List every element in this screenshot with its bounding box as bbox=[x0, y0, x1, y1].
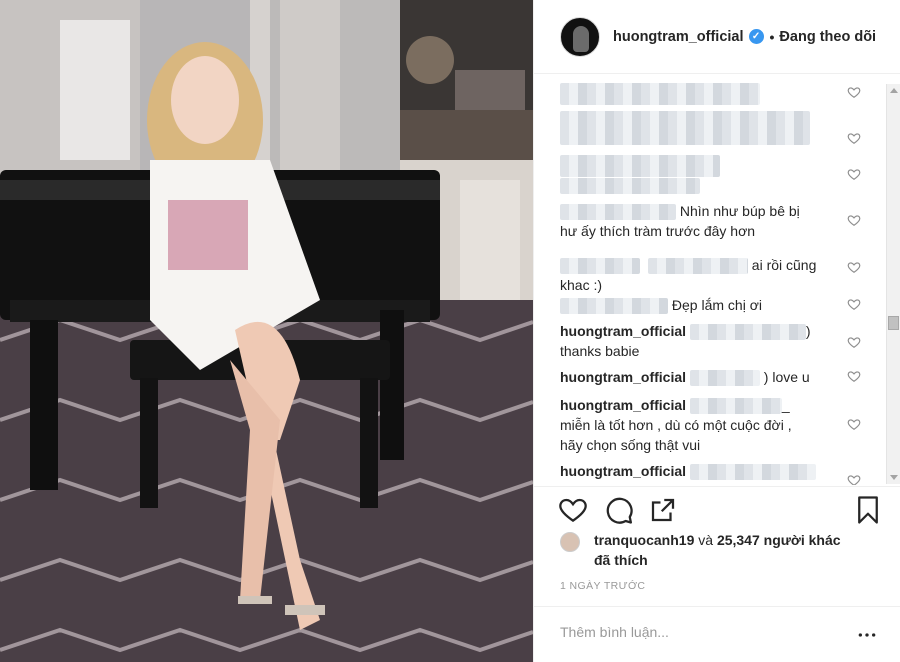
comment-item: Nhìn như búp bê bị hư ấy thích tràm trướ… bbox=[560, 201, 850, 241]
post-header: huongtram_official ✓ • Đang theo dõi bbox=[534, 0, 900, 74]
comment-item: huongtram_official bbox=[560, 461, 850, 481]
comment-text: miễn là tốt hơn , dù có một cuộc đời , bbox=[560, 417, 792, 433]
heart-icon[interactable] bbox=[847, 473, 861, 485]
action-bar bbox=[534, 486, 900, 532]
blurred-comment bbox=[560, 178, 700, 195]
blurred-username bbox=[647, 258, 748, 275]
scroll-down-arrow-icon[interactable] bbox=[890, 475, 898, 480]
header-separator: • bbox=[769, 28, 775, 45]
bookmark-icon[interactable] bbox=[853, 495, 883, 525]
comment-username[interactable]: huongtram_official bbox=[560, 369, 686, 385]
comment-username[interactable]: huongtram_official bbox=[560, 323, 686, 339]
heart-icon[interactable] bbox=[847, 213, 861, 227]
liker-username[interactable]: tranquocanh19 bbox=[594, 532, 694, 548]
heart-icon[interactable] bbox=[847, 85, 861, 99]
scroll-thumb[interactable] bbox=[888, 316, 899, 330]
verified-icon: ✓ bbox=[748, 29, 764, 44]
likes-line2: đã thích bbox=[594, 552, 648, 568]
heart-icon[interactable] bbox=[847, 297, 861, 311]
comment-input[interactable] bbox=[560, 624, 840, 640]
comment-text: ai rồi cũng bbox=[751, 257, 817, 273]
scroll-up-arrow-icon[interactable] bbox=[890, 88, 898, 93]
likes-summary: tranquocanh19 và 25,347 người khác đã th… bbox=[560, 530, 880, 570]
comment-icon[interactable] bbox=[604, 495, 634, 525]
follow-status-button[interactable]: Đang theo dõi bbox=[779, 29, 876, 45]
post-photo[interactable] bbox=[0, 0, 533, 662]
heart-icon[interactable] bbox=[847, 131, 861, 145]
photo-illustration bbox=[0, 0, 533, 662]
blurred-mention bbox=[689, 324, 806, 341]
share-icon[interactable] bbox=[648, 495, 678, 525]
comment-item: ai rồi cũng khac :) bbox=[560, 255, 850, 295]
liker-avatar[interactable] bbox=[560, 532, 580, 552]
list-item bbox=[560, 175, 850, 195]
comment-item: huongtram_official _ miễn là tốt hơn , d… bbox=[560, 395, 850, 455]
comment-item: Đẹp lắm chị ơi bbox=[560, 295, 850, 315]
likes-joiner: và bbox=[694, 532, 717, 548]
blurred-username bbox=[560, 258, 640, 275]
blurred-mention bbox=[689, 464, 816, 481]
comment-text: ) bbox=[805, 323, 811, 339]
avatar[interactable] bbox=[560, 16, 600, 57]
comment-text: thanks babie bbox=[560, 343, 640, 359]
list-item bbox=[560, 111, 850, 145]
heart-icon[interactable] bbox=[847, 167, 861, 181]
heart-icon[interactable] bbox=[847, 369, 861, 383]
add-comment-bar bbox=[534, 606, 900, 662]
blurred-username bbox=[560, 204, 676, 221]
more-options-icon[interactable] bbox=[857, 625, 877, 645]
blurred-comment bbox=[560, 83, 760, 106]
comment-item: huongtram_official ) thanks babie bbox=[560, 321, 850, 361]
blurred-comment bbox=[560, 155, 720, 178]
comment-text: _ bbox=[781, 397, 790, 413]
heart-icon[interactable] bbox=[847, 417, 861, 431]
post-sidebar: huongtram_official ✓ • Đang theo dõi Nhì… bbox=[533, 0, 900, 662]
like-heart-icon[interactable] bbox=[558, 495, 588, 525]
blurred-comment bbox=[560, 111, 810, 145]
comment-text: hãy chọn sống thật vui bbox=[560, 437, 701, 453]
blurred-username bbox=[560, 298, 668, 315]
likes-rest[interactable]: người khác bbox=[760, 532, 841, 548]
comment-username[interactable]: huongtram_official bbox=[560, 463, 686, 479]
post-timestamp[interactable]: 1 NGÀY TRƯỚC bbox=[560, 580, 645, 592]
comment-text: hư ấy thích tràm trước đây hơn bbox=[560, 223, 756, 239]
comment-text: Nhìn như búp bê bị bbox=[679, 203, 800, 219]
blurred-mention bbox=[689, 398, 782, 415]
comment-username[interactable]: huongtram_official bbox=[560, 397, 686, 413]
list-item bbox=[560, 155, 850, 178]
header-username[interactable]: huongtram_official bbox=[613, 29, 744, 45]
comment-list[interactable]: Nhìn như búp bê bị hư ấy thích tràm trướ… bbox=[534, 75, 900, 485]
comment-text: Đẹp lắm chị ơi bbox=[671, 297, 762, 313]
comment-text: ) love u bbox=[763, 369, 810, 385]
blurred-mention bbox=[689, 370, 760, 387]
heart-icon[interactable] bbox=[847, 260, 861, 274]
list-item bbox=[560, 83, 850, 106]
heart-icon[interactable] bbox=[847, 335, 861, 349]
likes-count[interactable]: 25,347 bbox=[717, 532, 760, 548]
comment-text: khac :) bbox=[560, 277, 603, 293]
comment-item: huongtram_official ) love u bbox=[560, 367, 850, 387]
comments-scrollbar[interactable] bbox=[886, 84, 900, 484]
